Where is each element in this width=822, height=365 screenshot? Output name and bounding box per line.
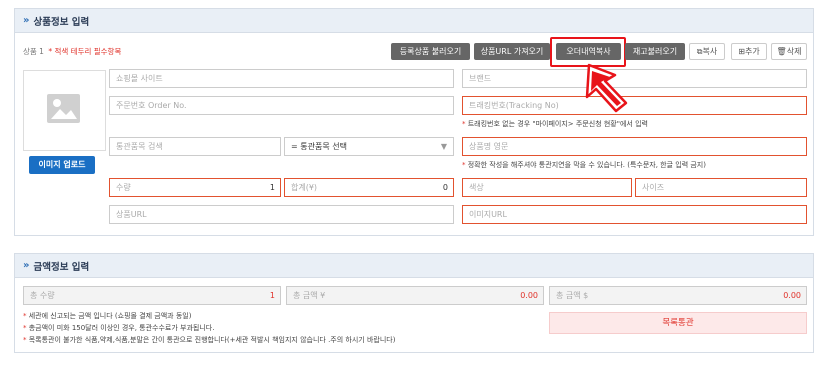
image-icon xyxy=(47,94,80,123)
required-note: * 적색 테두리 필수항목 xyxy=(48,47,122,56)
brand-input[interactable]: 브랜드 xyxy=(462,69,807,88)
mall-site-input[interactable]: 쇼핑몰 사이트 xyxy=(109,69,454,88)
add-button[interactable]: ⊞추가 xyxy=(731,43,767,60)
sum-input[interactable]: 합계(¥) 0 xyxy=(284,178,454,197)
size-input[interactable]: 사이즈 xyxy=(635,178,807,197)
product-info-header: » 상품정보 입력 xyxy=(15,9,813,33)
get-url-button[interactable]: 상품URL 가져오기 xyxy=(474,43,550,60)
amount-note-2: * 총금액이 미화 150달러 이상인 경우, 통관수수료가 부과됩니다. xyxy=(23,324,215,332)
product-label: 상품 1 xyxy=(23,47,44,56)
total-yen-field: 총 금액 ¥ 0.00 xyxy=(286,286,544,305)
product-url-input[interactable]: 상품URL xyxy=(109,205,454,224)
dropdown-arrow-icon: ▼ xyxy=(440,142,447,151)
double-chevron-icon: » xyxy=(23,15,30,26)
add-label: 추가 xyxy=(744,47,760,56)
total-qty-value: 1 xyxy=(269,291,275,300)
copy-button[interactable]: ⧉복사 xyxy=(689,43,725,60)
image-upload-button[interactable]: 이미지 업로드 xyxy=(29,156,95,174)
tracking-note-text: 트래킹번호 없는 경우 "마이페이지> 주문신청 현황"에서 입력 xyxy=(467,120,648,128)
product-name-note-text: 정확한 작성을 해주셔야 통관지연을 막을 수 있습니다. (특수문자, 한글 … xyxy=(467,161,706,169)
order-no-input[interactable]: 주문번호 Order No. xyxy=(109,96,454,115)
plus-box-icon: ⊞ xyxy=(738,47,745,56)
tracking-no-input[interactable]: 트래킹번호(Tracking No) xyxy=(462,96,807,115)
tracking-note: * 트래킹번호 없는 경우 "마이페이지> 주문신청 현황"에서 입력 xyxy=(462,120,648,128)
color-input[interactable]: 색상 xyxy=(462,178,632,197)
double-chevron-icon: » xyxy=(23,260,30,271)
load-stock-button[interactable]: 재고불러오기 xyxy=(625,43,685,60)
product-name-note: * 정확한 작성을 해주셔야 통관지연을 막을 수 있습니다. (특수문자, 한… xyxy=(462,161,706,169)
quantity-value: 1 xyxy=(269,183,275,192)
quantity-label: 수량 xyxy=(116,183,131,192)
total-yen-label: 총 금액 ¥ xyxy=(293,291,326,300)
red-arrow-annotation xyxy=(585,63,628,113)
total-usd-field: 총 금액 $ 0.00 xyxy=(549,286,807,305)
trash-icon: 🗑 xyxy=(776,47,787,56)
amount-note-3: * 목록통관이 불가한 식품,약제,식품,분말은 간이 통관으로 진행합니다(+… xyxy=(23,336,396,344)
sum-label: 합계(¥) xyxy=(291,183,318,192)
product-name-en-input[interactable]: 상품명 영문 xyxy=(462,137,807,156)
total-qty-label: 총 수량 xyxy=(30,291,55,300)
amount-info-panel: » 금액정보 입력 총 수량 1 총 금액 ¥ 0.00 총 금액 $ 0.00… xyxy=(14,253,814,353)
product-label-row: 상품 1 * 적색 테두리 필수항목 xyxy=(23,46,121,57)
total-qty-field: 총 수량 1 xyxy=(23,286,281,305)
delete-label: 삭제 xyxy=(786,47,802,56)
customs-select-value: = 통관품목 선택 xyxy=(291,142,347,151)
amount-note-1: * 세관에 신고되는 금액 입니다 (쇼핑몰 결제 금액과 동일) xyxy=(23,312,192,320)
quantity-input[interactable]: 수량 1 xyxy=(109,178,281,197)
delete-button[interactable]: 🗑삭제 xyxy=(771,43,807,60)
amount-note-text-3: 목록통관이 불가한 식품,약제,식품,분말은 간이 통관으로 진행합니다(+세관… xyxy=(28,336,396,344)
total-yen-value: 0.00 xyxy=(520,291,538,300)
image-url-input[interactable]: 이미지URL xyxy=(462,205,807,224)
customs-select[interactable]: = 통관품목 선택 ▼ xyxy=(284,137,454,156)
amount-note-text-1: 세관에 신고되는 금액 입니다 (쇼핑몰 결제 금액과 동일) xyxy=(28,312,192,320)
list-clearance-badge: 목록통관 xyxy=(549,312,807,334)
amount-note-text-2: 총금액이 미화 150달러 이상인 경우, 통관수수료가 부과됩니다. xyxy=(28,324,215,332)
product-info-panel: » 상품정보 입력 상품 1 * 적색 테두리 필수항목 등록상품 불러오기 상… xyxy=(14,8,814,236)
total-usd-value: 0.00 xyxy=(783,291,801,300)
total-usd-label: 총 금액 $ xyxy=(556,291,589,300)
product-info-title: 상품정보 입력 xyxy=(33,16,90,28)
load-registered-button[interactable]: 등록상품 불러오기 xyxy=(391,43,470,60)
copy-label: 복사 xyxy=(702,47,718,56)
sum-value: 0 xyxy=(442,183,448,192)
customs-search-input[interactable]: 통관품목 검색 xyxy=(109,137,281,156)
amount-info-header: » 금액정보 입력 xyxy=(15,254,813,278)
amount-info-title: 금액정보 입력 xyxy=(33,261,90,273)
image-placeholder xyxy=(23,70,106,151)
